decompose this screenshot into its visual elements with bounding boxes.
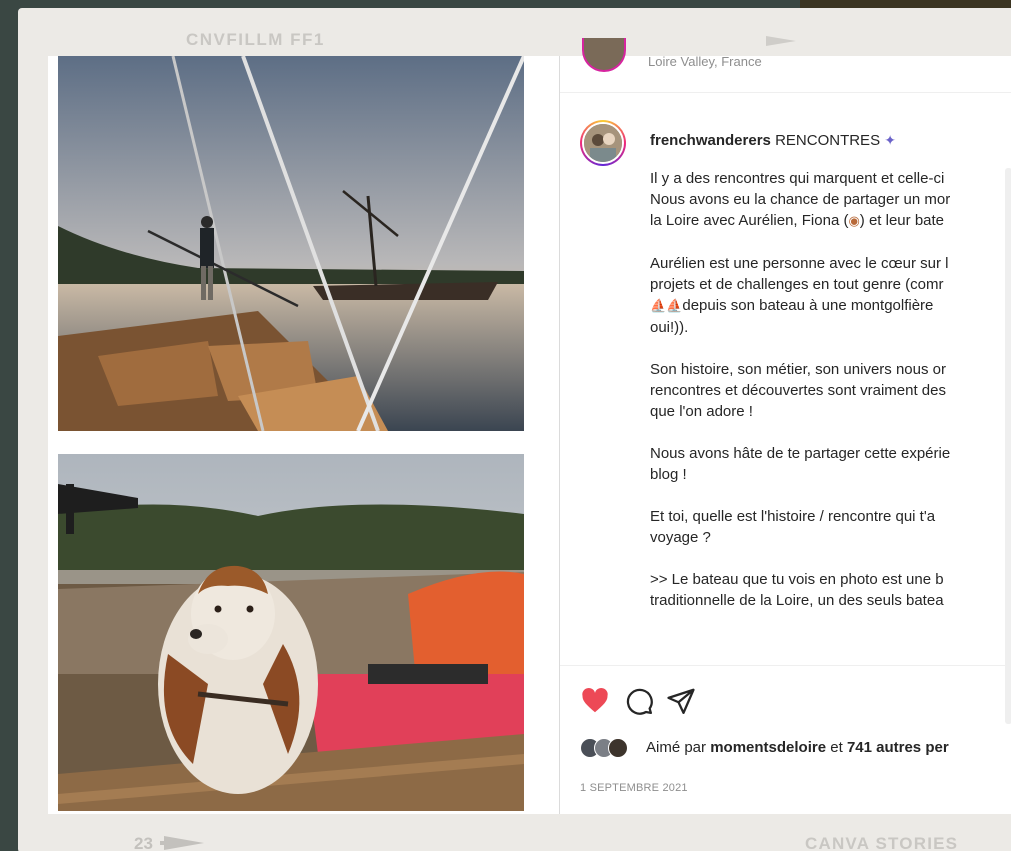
post-photo-dog[interactable] [58, 454, 524, 811]
boat-icon: ⛵⛵ [650, 299, 683, 314]
liker-username[interactable]: momentsdeloire [710, 739, 826, 756]
post-photo-boat[interactable] [58, 56, 524, 431]
liker-avatars [580, 736, 640, 758]
heart-icon[interactable] [580, 686, 610, 716]
post-media [48, 56, 559, 814]
avatar[interactable] [580, 120, 626, 166]
dog-face-icon: ◉ [848, 214, 860, 229]
film-bottom-label: CANVA STORIES [805, 834, 959, 851]
post-info-panel: Loire Valley, France frenchwanderers REN… [559, 38, 1011, 814]
film-frame-number: 23 [134, 834, 153, 851]
avatar [608, 738, 628, 758]
likes-text: Aimé par momentsdeloire et 741 autres pe… [646, 739, 949, 756]
username-link[interactable]: frenchwanderers [650, 132, 771, 149]
post-actions [560, 665, 1011, 725]
corner-photo [800, 0, 1011, 8]
caption-paragraph: Nous avons hâte de te partager cette exp… [650, 445, 951, 483]
caption-scrollbar[interactable] [1005, 168, 1011, 724]
film-arrow-icon [766, 36, 796, 46]
caption-paragraph: >> Le bateau que tu vois en photo est un… [650, 571, 944, 609]
comment-icon[interactable] [624, 686, 654, 716]
caption-text: Il y a des rencontres qui marquent et ce… [650, 168, 1011, 652]
film-top-label: CNVFILLM FF1 [186, 30, 325, 49]
caption-title: RENCONTRES [775, 132, 881, 149]
caption-paragraph: Et toi, quelle est l'histoire / rencontr… [650, 508, 936, 546]
instagram-post: › Loire Valley, France frenchwanderers R… [48, 38, 1011, 814]
film-arrow-icon [160, 836, 204, 850]
caption-header: frenchwanderers RENCONTRES ✦ [650, 132, 896, 149]
caption-paragraph: Son histoire, son métier, son univers no… [650, 361, 946, 420]
post-location[interactable]: Loire Valley, France [648, 54, 762, 69]
send-icon[interactable] [666, 686, 696, 716]
avatar[interactable] [582, 38, 626, 72]
post-date: 1 SEPTEMBRE 2021 [580, 782, 688, 794]
caption-paragraph: Aurélien est une personne avec le cœur s… [650, 255, 949, 336]
sparkles-icon: ✦ [884, 133, 896, 149]
caption-paragraph: Il y a des rencontres qui marquent et ce… [650, 170, 951, 229]
likes-count[interactable]: 741 autres per [847, 739, 949, 756]
post-header: Loire Valley, France [560, 38, 1011, 93]
